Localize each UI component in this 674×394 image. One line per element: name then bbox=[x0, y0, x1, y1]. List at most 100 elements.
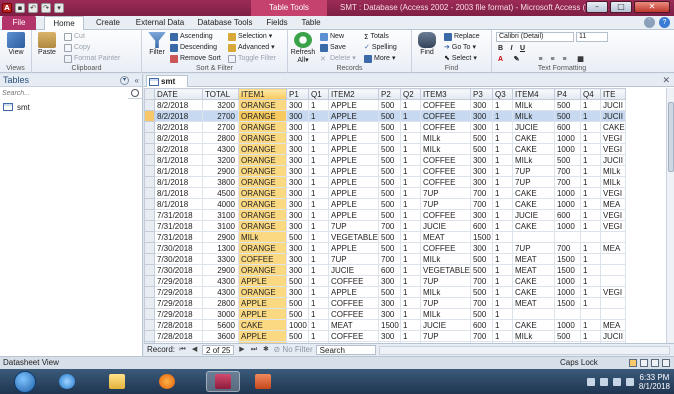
spelling-button[interactable]: ✓ Spelling bbox=[364, 43, 397, 53]
record-selector[interactable] bbox=[144, 165, 155, 177]
table-cell[interactable]: 1 bbox=[400, 330, 421, 342]
table-cell[interactable]: 7UP bbox=[420, 187, 471, 199]
table-cell[interactable]: 1 bbox=[579, 187, 601, 199]
next-record-button[interactable]: ▶ bbox=[237, 344, 246, 356]
table-cell[interactable]: 500 bbox=[553, 110, 581, 122]
align-right-icon[interactable]: ≡ bbox=[560, 55, 569, 65]
close-button[interactable]: ✕ bbox=[634, 1, 670, 13]
save-icon[interactable]: ▪ bbox=[15, 3, 25, 13]
undo-icon[interactable]: ↶ bbox=[28, 3, 38, 13]
table-cell[interactable]: 1000 bbox=[553, 143, 581, 155]
table-cell[interactable]: 3600 bbox=[202, 330, 239, 342]
table-cell[interactable] bbox=[599, 308, 626, 320]
table-cell[interactable]: 7UP bbox=[420, 275, 471, 287]
column-header-total[interactable]: TOTAL bbox=[202, 88, 239, 100]
tab-fields[interactable]: Fields bbox=[262, 16, 292, 30]
delete-record-button[interactable]: ✕ Delete ▾ bbox=[320, 54, 356, 64]
table-cell[interactable]: MEAT bbox=[511, 297, 555, 309]
table-cell[interactable]: 1500 bbox=[378, 319, 401, 331]
table-cell[interactable] bbox=[599, 231, 626, 243]
table-cell[interactable]: COFFEE bbox=[420, 209, 471, 221]
table-cell[interactable]: 600 bbox=[469, 220, 493, 232]
table-cell[interactable]: 8/2/2018 bbox=[154, 143, 203, 155]
table-cell[interactable]: 1 bbox=[579, 209, 601, 221]
table-cell[interactable]: APPLE bbox=[238, 297, 287, 309]
table-cell[interactable]: 1 bbox=[400, 319, 421, 331]
nav-collapse-icon[interactable]: « bbox=[135, 74, 139, 87]
table-cell[interactable]: ORANGE bbox=[238, 165, 287, 177]
table-cell[interactable]: 8/2/2018 bbox=[154, 132, 203, 144]
table-cell[interactable] bbox=[553, 308, 581, 320]
table-cell[interactable]: 4500 bbox=[202, 187, 239, 199]
save-record-button[interactable]: Save bbox=[320, 43, 346, 53]
document-tab-smt[interactable]: smt bbox=[146, 75, 188, 87]
table-cell[interactable]: CAKE bbox=[238, 319, 287, 331]
table-cell[interactable]: 300 bbox=[286, 264, 309, 276]
table-cell[interactable]: 500 bbox=[469, 264, 493, 276]
table-cell[interactable]: APPLE bbox=[328, 99, 379, 111]
table-cell[interactable]: 1 bbox=[579, 319, 601, 331]
table-cell[interactable]: 500 bbox=[469, 286, 493, 298]
table-cell[interactable]: MEA bbox=[599, 242, 626, 254]
table-row[interactable]: 8/1/2018 3200 ORANGE 300 1 APPLE 500 1 COFFEE 300… bbox=[144, 154, 626, 166]
show-hidden-icons-icon[interactable] bbox=[586, 377, 595, 386]
table-cell[interactable]: 7/29/2018 bbox=[154, 275, 203, 287]
table-cell[interactable]: ORANGE bbox=[238, 110, 287, 122]
table-cell[interactable]: 300 bbox=[469, 209, 493, 221]
table-cell[interactable]: 7UP bbox=[328, 220, 379, 232]
table-cell[interactable]: MILk bbox=[511, 110, 555, 122]
table-cell[interactable]: 300 bbox=[469, 110, 493, 122]
table-cell[interactable]: MEAT bbox=[511, 253, 555, 265]
font-name-select[interactable]: Calibri (Detail) bbox=[496, 32, 574, 42]
table-cell[interactable]: 300 bbox=[286, 121, 309, 133]
table-cell[interactable]: 600 bbox=[553, 209, 581, 221]
column-header-q3[interactable]: Q3 bbox=[491, 88, 513, 100]
table-cell[interactable]: MEAT bbox=[328, 319, 379, 331]
new-record-button[interactable]: New bbox=[320, 32, 344, 42]
record-selector[interactable] bbox=[144, 176, 155, 188]
table-cell[interactable]: 1 bbox=[491, 198, 513, 210]
column-header-p4[interactable]: P4 bbox=[553, 88, 581, 100]
help-icon[interactable]: ? bbox=[659, 17, 670, 28]
table-cell[interactable]: 1500 bbox=[469, 231, 493, 243]
table-cell[interactable]: 300 bbox=[469, 154, 493, 166]
table-row[interactable]: 7/29/2018 3000 APPLE 500 1 COFFEE 300 1 MILk 500 1 bbox=[144, 308, 626, 320]
vertical-scrollbar[interactable] bbox=[666, 88, 674, 343]
table-cell[interactable]: ORANGE bbox=[238, 154, 287, 166]
table-cell[interactable]: 700 bbox=[553, 176, 581, 188]
table-cell[interactable]: JUCIE bbox=[420, 319, 471, 331]
table-cell[interactable]: 500 bbox=[286, 231, 309, 243]
table-cell[interactable]: 7/30/2018 bbox=[154, 253, 203, 265]
table-cell[interactable]: CAKE bbox=[599, 121, 626, 133]
table-cell[interactable]: COFFEE bbox=[328, 275, 379, 287]
table-cell[interactable]: 1 bbox=[308, 297, 329, 309]
table-cell[interactable]: 600 bbox=[378, 264, 401, 276]
column-header-q2[interactable]: Q2 bbox=[400, 88, 421, 100]
table-cell[interactable]: 4000 bbox=[202, 198, 239, 210]
table-cell[interactable]: VEGI bbox=[599, 132, 626, 144]
table-row[interactable]: 8/1/2018 4500 ORANGE 300 1 APPLE 500 1 7UP 700 1 CA… bbox=[144, 187, 626, 199]
table-cell[interactable]: 300 bbox=[286, 220, 309, 232]
table-cell[interactable]: CAKE bbox=[511, 220, 555, 232]
table-cell[interactable]: 1 bbox=[308, 275, 329, 287]
table-cell[interactable]: 500 bbox=[378, 231, 401, 243]
table-cell[interactable]: MILk bbox=[420, 132, 471, 144]
table-cell[interactable]: 1 bbox=[400, 209, 421, 221]
table-cell[interactable]: APPLE bbox=[328, 198, 379, 210]
table-cell[interactable]: 1 bbox=[400, 286, 421, 298]
table-cell[interactable]: 7/31/2018 bbox=[154, 220, 203, 232]
table-cell[interactable]: 1 bbox=[308, 154, 329, 166]
record-selector[interactable] bbox=[144, 253, 155, 265]
table-cell[interactable]: 1 bbox=[308, 110, 329, 122]
table-cell[interactable]: 1 bbox=[400, 176, 421, 188]
table-cell[interactable]: 500 bbox=[553, 154, 581, 166]
table-cell[interactable]: ORANGE bbox=[238, 176, 287, 188]
table-cell[interactable]: ORANGE bbox=[238, 264, 287, 276]
table-cell[interactable]: 8/2/2018 bbox=[154, 110, 203, 122]
table-cell[interactable]: 1 bbox=[491, 275, 513, 287]
column-header-p1[interactable]: P1 bbox=[286, 88, 309, 100]
access-logo-icon[interactable]: A bbox=[2, 3, 12, 13]
table-cell[interactable]: 1 bbox=[491, 220, 513, 232]
table-cell[interactable]: 1 bbox=[400, 297, 421, 309]
table-cell[interactable]: VEGI bbox=[599, 220, 626, 232]
